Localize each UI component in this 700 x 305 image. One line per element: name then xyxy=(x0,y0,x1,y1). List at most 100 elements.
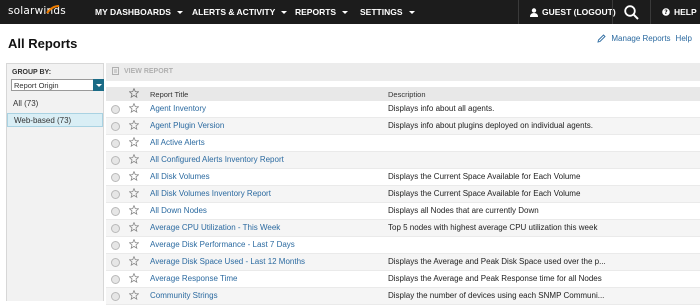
report-title-link[interactable]: All Active Alerts xyxy=(150,138,205,147)
report-description: Displays the Average and Peak Response t… xyxy=(388,274,602,283)
view-report-button[interactable]: VIEW REPORT xyxy=(124,68,173,75)
star-outline-icon[interactable] xyxy=(129,239,139,249)
help-menu[interactable]: ? HELP xyxy=(662,7,697,17)
table-row[interactable]: All Configured Alerts Inventory Report xyxy=(106,152,700,169)
row-select-radio[interactable] xyxy=(111,224,120,233)
table-row[interactable]: Community Strings Display the number of d… xyxy=(106,288,700,305)
reports-table-body: Agent Inventory Displays info about all a… xyxy=(106,101,700,305)
nav-reports[interactable]: REPORTS xyxy=(295,7,349,17)
page-title: All Reports xyxy=(8,36,78,51)
column-header-description[interactable]: Description xyxy=(388,90,426,99)
nav-alerts-activity[interactable]: ALERTS & ACTIVITY xyxy=(192,7,288,17)
row-select-radio[interactable] xyxy=(111,241,120,250)
group-item-all[interactable]: All (73) xyxy=(7,97,103,111)
report-description: Displays the Average and Peak Disk Space… xyxy=(388,257,606,266)
star-outline-icon[interactable] xyxy=(129,137,139,147)
table-row[interactable]: All Active Alerts xyxy=(106,135,700,152)
star-outline-icon[interactable] xyxy=(129,154,139,164)
row-select-radio[interactable] xyxy=(111,258,120,267)
report-title-link[interactable]: Average Disk Space Used - Last 12 Months xyxy=(150,257,305,266)
row-select-radio[interactable] xyxy=(111,156,120,165)
star-outline-icon[interactable] xyxy=(129,273,139,283)
nav-my-dashboards[interactable]: MY DASHBOARDS xyxy=(95,7,183,17)
report-title-link[interactable]: Community Strings xyxy=(150,291,218,300)
nav-settings[interactable]: SETTINGS xyxy=(360,7,415,17)
report-title-link[interactable]: Agent Plugin Version xyxy=(150,121,224,130)
table-row[interactable]: Average Response Time Displays the Averag… xyxy=(106,271,700,288)
report-description: Displays info about all agents. xyxy=(388,104,495,113)
dropdown-button[interactable] xyxy=(93,79,104,91)
report-description: Top 5 nodes with highest average CPU uti… xyxy=(388,223,598,232)
nav-my-dashboards-label: MY DASHBOARDS xyxy=(95,7,171,17)
report-title-link[interactable]: Average CPU Utilization - This Week xyxy=(150,223,280,232)
nav-divider xyxy=(518,0,519,24)
table-header: Report Title Description xyxy=(106,87,700,101)
report-title-link[interactable]: Agent Inventory xyxy=(150,104,206,113)
table-row[interactable]: All Disk Volumes Inventory Report Display… xyxy=(106,186,700,203)
star-outline-icon[interactable] xyxy=(129,103,139,113)
report-description: Displays the Current Space Available for… xyxy=(388,189,581,198)
star-outline-icon[interactable] xyxy=(129,256,139,266)
report-title-link[interactable]: All Disk Volumes Inventory Report xyxy=(150,189,271,198)
chevron-down-icon xyxy=(408,10,415,14)
report-title-link[interactable]: Average Response Time xyxy=(150,274,237,283)
report-title-link[interactable]: All Down Nodes xyxy=(150,206,207,215)
chevron-down-icon xyxy=(281,10,288,14)
table-row[interactable]: Average Disk Space Used - Last 12 Months… xyxy=(106,254,700,271)
report-description: Displays all Nodes that are currently Do… xyxy=(388,206,539,215)
star-outline-icon[interactable] xyxy=(129,290,139,300)
row-select-radio[interactable] xyxy=(111,207,120,216)
top-navigation-bar: solarwinds MY DASHBOARDS ALERTS & ACTIVI… xyxy=(0,0,700,24)
manage-reports-link[interactable]: Manage Reports xyxy=(611,34,670,43)
report-title-link[interactable]: Average Disk Performance - Last 7 Days xyxy=(150,240,295,249)
star-outline-icon[interactable] xyxy=(129,120,139,130)
help-label: HELP xyxy=(674,7,697,17)
row-select-radio[interactable] xyxy=(111,105,120,114)
chevron-down-icon xyxy=(95,83,102,87)
group-by-select[interactable]: Report Origin xyxy=(11,79,104,91)
reports-toolbar: VIEW REPORT xyxy=(106,63,700,81)
help-link[interactable]: Help xyxy=(676,34,692,43)
nav-divider xyxy=(650,0,651,24)
table-row[interactable]: Agent Plugin Version Displays info about … xyxy=(106,118,700,135)
star-outline-icon[interactable] xyxy=(129,188,139,198)
user-icon xyxy=(530,7,538,17)
logo-swoosh-icon xyxy=(46,5,60,14)
report-description: Displays the Current Space Available for… xyxy=(388,172,581,181)
row-select-radio[interactable] xyxy=(111,139,120,148)
user-logout-label: GUEST (LOGOUT) xyxy=(542,7,616,17)
brand-logo[interactable]: solarwinds xyxy=(8,5,66,17)
nav-settings-label: SETTINGS xyxy=(360,7,403,17)
svg-text:?: ? xyxy=(664,9,668,16)
nav-reports-label: REPORTS xyxy=(295,7,337,17)
star-outline-icon[interactable] xyxy=(129,222,139,232)
table-row[interactable]: Average Disk Performance - Last 7 Days xyxy=(106,237,700,254)
star-outline-icon[interactable] xyxy=(129,88,139,98)
reports-list-panel: VIEW REPORT Report Title Description Age… xyxy=(106,63,700,305)
user-menu[interactable]: GUEST (LOGOUT) xyxy=(530,7,616,17)
row-select-radio[interactable] xyxy=(111,190,120,199)
report-description: Display the number of devices using each… xyxy=(388,291,605,300)
chevron-down-icon xyxy=(342,10,349,14)
row-select-radio[interactable] xyxy=(111,173,120,182)
search-button[interactable] xyxy=(624,0,639,24)
table-row[interactable]: All Disk Volumes Displays the Current Spa… xyxy=(106,169,700,186)
header-links: Manage Reports Help xyxy=(597,34,692,43)
search-icon xyxy=(624,4,639,20)
star-outline-icon[interactable] xyxy=(129,205,139,215)
star-outline-icon[interactable] xyxy=(129,171,139,181)
row-select-radio[interactable] xyxy=(111,275,120,284)
group-by-label: GROUP BY: xyxy=(12,69,52,76)
nav-divider xyxy=(612,0,613,24)
group-item-web-based[interactable]: Web-based (73) xyxy=(7,113,103,127)
table-row[interactable]: All Down Nodes Displays all Nodes that ar… xyxy=(106,203,700,220)
report-title-link[interactable]: All Configured Alerts Inventory Report xyxy=(150,155,284,164)
report-title-link[interactable]: All Disk Volumes xyxy=(150,172,210,181)
table-row[interactable]: Average CPU Utilization - This Week Top 5… xyxy=(106,220,700,237)
group-by-select-value: Report Origin xyxy=(14,81,59,90)
nav-alerts-activity-label: ALERTS & ACTIVITY xyxy=(192,7,276,17)
row-select-radio[interactable] xyxy=(111,122,120,131)
column-header-report-title[interactable]: Report Title xyxy=(150,90,188,99)
pencil-icon xyxy=(597,34,607,43)
table-row[interactable]: Agent Inventory Displays info about all a… xyxy=(106,101,700,118)
